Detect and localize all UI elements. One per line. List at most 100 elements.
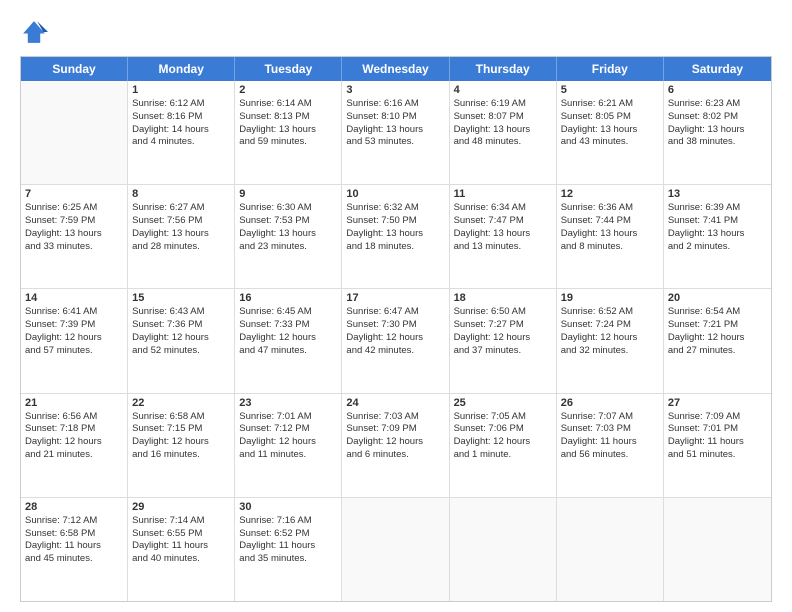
day-cell-27: 27Sunrise: 7:09 AMSunset: 7:01 PMDayligh… [664, 394, 771, 497]
empty-cell [450, 498, 557, 601]
day-cell-14: 14Sunrise: 6:41 AMSunset: 7:39 PMDayligh… [21, 289, 128, 392]
day-number: 21 [25, 397, 123, 409]
cell-info-line: Sunrise: 6:14 AM [239, 98, 337, 111]
cell-info-line: Sunset: 7:56 PM [132, 215, 230, 228]
cell-info-line: Sunset: 8:02 PM [668, 111, 767, 124]
cell-info-line: Daylight: 14 hours [132, 124, 230, 137]
calendar-row-3: 21Sunrise: 6:56 AMSunset: 7:18 PMDayligh… [21, 394, 771, 498]
cell-info-line: Daylight: 11 hours [561, 436, 659, 449]
cell-info-line: and 42 minutes. [346, 345, 444, 358]
cell-info-line: and 1 minute. [454, 449, 552, 462]
day-cell-4: 4Sunrise: 6:19 AMSunset: 8:07 PMDaylight… [450, 81, 557, 184]
cell-info-line: Daylight: 12 hours [346, 436, 444, 449]
cell-info-line: and 38 minutes. [668, 136, 767, 149]
cell-info-line: Daylight: 11 hours [239, 540, 337, 553]
day-number: 13 [668, 188, 767, 200]
cell-info-line: and 2 minutes. [668, 241, 767, 254]
day-cell-30: 30Sunrise: 7:16 AMSunset: 6:52 PMDayligh… [235, 498, 342, 601]
logo-icon [20, 18, 48, 46]
day-cell-20: 20Sunrise: 6:54 AMSunset: 7:21 PMDayligh… [664, 289, 771, 392]
cell-info-line: and 4 minutes. [132, 136, 230, 149]
cell-info-line: Sunset: 7:21 PM [668, 319, 767, 332]
cell-info-line: Sunset: 7:18 PM [25, 423, 123, 436]
day-cell-22: 22 Sunrise: 6:58 AMSunset: 7:15 PMDayligh… [128, 394, 235, 497]
day-number: 9 [239, 188, 337, 200]
day-cell-3: 3Sunrise: 6:16 AMSunset: 8:10 PMDaylight… [342, 81, 449, 184]
cell-info-line: Sunrise: 6:21 AM [561, 98, 659, 111]
cell-info-line: and 16 minutes. [132, 449, 230, 462]
day-number: 22 [132, 397, 230, 409]
cell-info-line: and 59 minutes. [239, 136, 337, 149]
day-cell-10: 10Sunrise: 6:32 AMSunset: 7:50 PMDayligh… [342, 185, 449, 288]
empty-cell [21, 81, 128, 184]
cell-info-line: and 52 minutes. [132, 345, 230, 358]
calendar-header: SundayMondayTuesdayWednesdayThursdayFrid… [21, 57, 771, 81]
day-cell-18: 18Sunrise: 6:50 AMSunset: 7:27 PMDayligh… [450, 289, 557, 392]
cell-info-line: Daylight: 13 hours [454, 228, 552, 241]
cell-info-line: Daylight: 12 hours [346, 332, 444, 345]
cell-info-line: and 40 minutes. [132, 553, 230, 566]
cell-info-line: Sunset: 8:07 PM [454, 111, 552, 124]
header-day-thursday: Thursday [450, 57, 557, 81]
cell-info-line: Sunrise: 7:05 AM [454, 411, 552, 424]
day-number: 18 [454, 292, 552, 304]
cell-info-line: Daylight: 12 hours [668, 332, 767, 345]
cell-info-line: Daylight: 13 hours [454, 124, 552, 137]
cell-info-line: Sunset: 7:36 PM [132, 319, 230, 332]
day-number: 17 [346, 292, 444, 304]
cell-info-line: Sunrise: 6:23 AM [668, 98, 767, 111]
cell-info-line: Sunrise: 7:07 AM [561, 411, 659, 424]
header-day-sunday: Sunday [21, 57, 128, 81]
cell-info-line: Sunrise: 6:58 AM [132, 411, 230, 424]
cell-info-line: Daylight: 12 hours [132, 436, 230, 449]
cell-info-line: Sunset: 7:39 PM [25, 319, 123, 332]
cell-info-line: and 56 minutes. [561, 449, 659, 462]
cell-info-line: Sunrise: 6:32 AM [346, 202, 444, 215]
header [20, 18, 772, 46]
cell-info-line: Sunrise: 6:45 AM [239, 306, 337, 319]
cell-info-line: and 33 minutes. [25, 241, 123, 254]
cell-info-line: and 32 minutes. [561, 345, 659, 358]
cell-info-line: Daylight: 12 hours [454, 436, 552, 449]
day-cell-16: 16Sunrise: 6:45 AMSunset: 7:33 PMDayligh… [235, 289, 342, 392]
cell-info-line: Daylight: 13 hours [346, 228, 444, 241]
cell-info-line: Daylight: 13 hours [239, 228, 337, 241]
empty-cell [664, 498, 771, 601]
cell-info-line: and 8 minutes. [561, 241, 659, 254]
day-number: 7 [25, 188, 123, 200]
day-number: 2 [239, 84, 337, 96]
cell-info-line: Sunset: 7:15 PM [132, 423, 230, 436]
day-cell-25: 25Sunrise: 7:05 AMSunset: 7:06 PMDayligh… [450, 394, 557, 497]
cell-info-line: Sunset: 8:10 PM [346, 111, 444, 124]
cell-info-line: Daylight: 12 hours [132, 332, 230, 345]
cell-info-line: and 18 minutes. [346, 241, 444, 254]
cell-info-line: and 27 minutes. [668, 345, 767, 358]
cell-info-line: and 57 minutes. [25, 345, 123, 358]
cell-info-line: Sunrise: 6:12 AM [132, 98, 230, 111]
cell-info-line: Daylight: 13 hours [25, 228, 123, 241]
day-cell-23: 23Sunrise: 7:01 AMSunset: 7:12 PMDayligh… [235, 394, 342, 497]
cell-info-line: Sunset: 7:44 PM [561, 215, 659, 228]
cell-info-line: Sunrise: 6:47 AM [346, 306, 444, 319]
header-day-wednesday: Wednesday [342, 57, 449, 81]
day-number: 16 [239, 292, 337, 304]
cell-info-line: and 23 minutes. [239, 241, 337, 254]
cell-info-line: and 53 minutes. [346, 136, 444, 149]
day-cell-11: 11Sunrise: 6:34 AMSunset: 7:47 PMDayligh… [450, 185, 557, 288]
cell-info-line: Sunrise: 7:16 AM [239, 515, 337, 528]
cell-info-line: Daylight: 11 hours [668, 436, 767, 449]
day-number: 20 [668, 292, 767, 304]
cell-info-line: Sunrise: 6:16 AM [346, 98, 444, 111]
cell-info-line: Sunset: 7:33 PM [239, 319, 337, 332]
day-number: 29 [132, 501, 230, 513]
cell-info-line: and 45 minutes. [25, 553, 123, 566]
day-cell-17: 17Sunrise: 6:47 AMSunset: 7:30 PMDayligh… [342, 289, 449, 392]
day-number: 8 [132, 188, 230, 200]
cell-info-line: Daylight: 13 hours [346, 124, 444, 137]
day-cell-21: 21Sunrise: 6:56 AMSunset: 7:18 PMDayligh… [21, 394, 128, 497]
day-cell-29: 29Sunrise: 7:14 AMSunset: 6:55 PMDayligh… [128, 498, 235, 601]
calendar-row-4: 28Sunrise: 7:12 AMSunset: 6:58 PMDayligh… [21, 498, 771, 601]
cell-info-line: Sunset: 8:13 PM [239, 111, 337, 124]
cell-info-line: Daylight: 13 hours [239, 124, 337, 137]
header-day-friday: Friday [557, 57, 664, 81]
